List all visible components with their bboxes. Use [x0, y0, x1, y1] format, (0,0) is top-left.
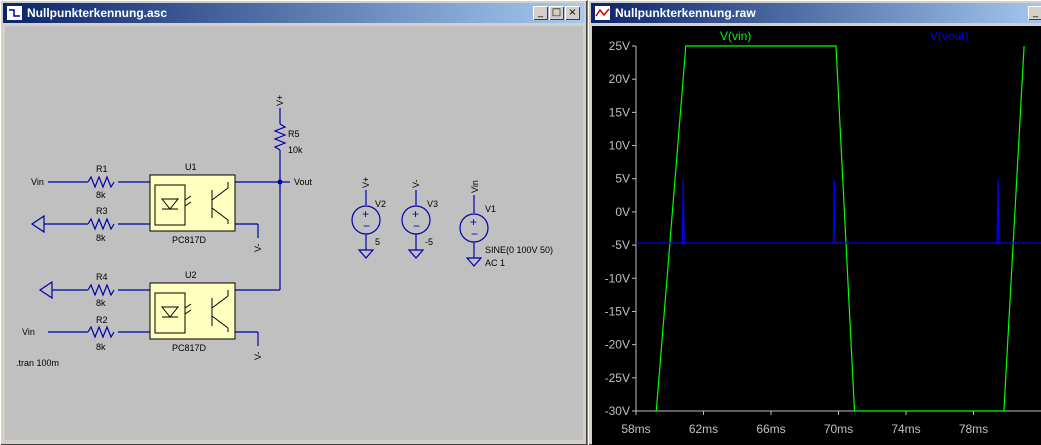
svg-text:−: −: [413, 219, 420, 233]
optocoupler-u1: [149, 174, 236, 232]
net-vin-2: Vin: [22, 327, 35, 337]
y-tick-label: 5V: [615, 172, 630, 186]
x-tick-label: 70ms: [824, 422, 853, 436]
r5-label: R5: [288, 129, 300, 139]
v1-value-ac: AC 1: [485, 258, 505, 268]
waveform-window-title: Nullpunkterkennung.raw: [615, 6, 756, 20]
r3-value: 8k: [96, 233, 106, 243]
y-tick-label: -20V: [605, 338, 630, 352]
schematic-canvas[interactable]: +− +− +− V+ R5 10k Vout R1 8k U1 Vin R3 …: [5, 26, 583, 440]
legend-vout[interactable]: V(vout): [930, 29, 969, 43]
waveform-plot[interactable]: V(vin) V(vout) 25V 20V 15V 10V 5V 0V -5V -10V -1…: [592, 26, 1041, 445]
y-tick-label: -25V: [605, 371, 630, 385]
y-tick-label: -5V: [611, 238, 630, 252]
v3-net-label: V-: [411, 179, 421, 188]
waveform-app-icon: [595, 6, 610, 20]
u1-part: PC817D: [172, 235, 207, 245]
y-tick-label: 25V: [609, 39, 630, 53]
minimize-button[interactable]: _: [533, 6, 548, 20]
r5-value: 10k: [288, 145, 303, 155]
r1-value: 8k: [96, 190, 106, 200]
v1-value-sine: SINE(0 100V 50): [485, 245, 553, 255]
v3-label: V3: [427, 199, 438, 209]
y-tick-label: 0V: [615, 205, 630, 219]
x-tick-label: 58ms: [621, 422, 650, 436]
y-tick-label: -30V: [605, 404, 630, 418]
waveform-window: Nullpunkterkennung.raw _ V(vin) V(vout) …: [588, 0, 1041, 445]
r4-value: 8k: [96, 298, 106, 308]
svg-text:−: −: [471, 227, 478, 241]
v3-value: -5: [425, 237, 433, 247]
plot-background: [592, 26, 1041, 445]
r2-value: 8k: [96, 342, 106, 352]
svg-text:−: −: [363, 219, 370, 233]
net-vminus-u2: V-: [253, 351, 263, 360]
maximize-button[interactable]: □: [549, 6, 564, 20]
y-tick-label: 10V: [609, 139, 630, 153]
net-vminus-u1: V-: [253, 243, 263, 252]
optocoupler-u2: [149, 282, 236, 340]
tran-directive[interactable]: .tran 100m: [16, 358, 59, 368]
net-vplus-top: V+: [275, 95, 285, 106]
legend-vin[interactable]: V(vin): [720, 29, 751, 43]
net-vout: Vout: [294, 177, 313, 187]
u2-label: U2: [185, 270, 197, 280]
junction-dot: [277, 179, 283, 185]
r3-label: R3: [96, 206, 108, 216]
r1-label: R1: [96, 164, 108, 174]
y-tick-label: -15V: [605, 304, 630, 318]
x-tick-label: 66ms: [756, 422, 785, 436]
x-tick-label: 62ms: [689, 422, 718, 436]
v1-net-label: Vin: [470, 180, 480, 193]
y-tick-label: 20V: [609, 72, 630, 86]
schematic-window: Nullpunkterkennung.asc _ □ × + − + − + −…: [0, 0, 587, 445]
waveform-titlebar[interactable]: Nullpunkterkennung.raw _: [591, 3, 1041, 23]
schematic-titlebar[interactable]: Nullpunkterkennung.asc _ □ ×: [3, 3, 584, 23]
net-vin-1: Vin: [31, 177, 44, 187]
schematic-window-title: Nullpunkterkennung.asc: [27, 6, 168, 20]
u2-part: PC817D: [172, 343, 207, 353]
v2-net-label: V+: [361, 177, 371, 188]
y-tick-label: 15V: [609, 105, 630, 119]
v1-label: V1: [485, 204, 496, 214]
y-tick-label: -10V: [605, 271, 630, 285]
r2-label: R2: [96, 315, 108, 325]
v2-label: V2: [375, 199, 386, 209]
x-tick-label: 78ms: [959, 422, 988, 436]
r4-label: R4: [96, 272, 108, 282]
waveform-minimize-button[interactable]: _: [1028, 6, 1041, 20]
u1-label: U1: [185, 162, 197, 172]
v2-value: 5: [375, 237, 380, 247]
schematic-app-icon: [7, 6, 22, 20]
close-button[interactable]: ×: [565, 6, 580, 20]
x-tick-label: 74ms: [891, 422, 920, 436]
